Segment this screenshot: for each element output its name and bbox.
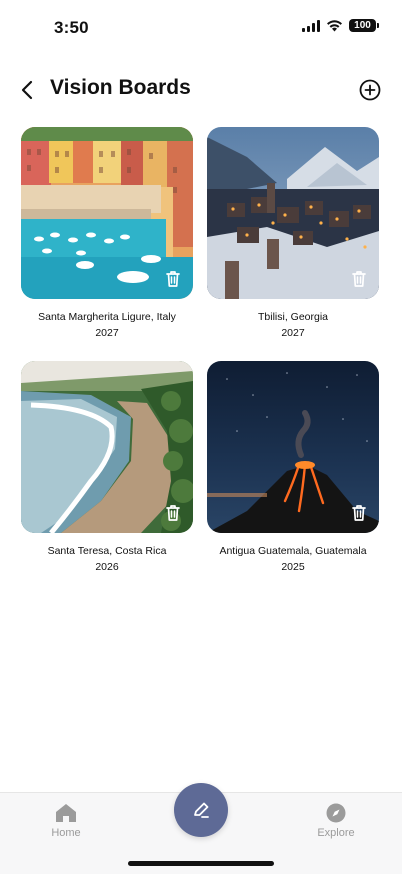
delete-trash-icon[interactable] [348,502,370,524]
cellular-signal-icon [302,19,320,32]
header: Vision Boards [0,70,402,110]
board-name: Santa Teresa, Costa Rica [47,545,167,557]
pencil-icon [194,802,209,818]
add-board-button[interactable] [358,78,382,102]
back-button[interactable] [14,76,40,104]
board-name: Santa Margherita Ligure, Italy [38,311,176,323]
board-card[interactable]: Tbilisi, Georgia 2027 [207,127,379,340]
compass-icon [326,803,346,823]
board-image[interactable] [207,361,379,533]
board-year: 2025 [281,561,305,573]
create-board-button[interactable] [174,783,228,837]
status-icons: 100 [302,19,379,32]
board-image[interactable] [21,127,193,299]
delete-trash-icon[interactable] [162,502,184,524]
page-title: Vision Boards [50,76,191,99]
board-year: 2027 [281,327,305,339]
delete-trash-icon[interactable] [162,268,184,290]
board-year: 2027 [95,327,119,339]
wifi-icon [327,19,342,31]
nav-explore[interactable]: Explore [306,803,366,839]
delete-trash-icon[interactable] [348,268,370,290]
nav-explore-label: Explore [317,827,355,839]
board-name: Antigua Guatemala, Guatemala [219,545,367,557]
board-card[interactable]: Santa Margherita Ligure, Italy 2027 [21,127,193,340]
chevron-left-icon [21,80,33,100]
home-indicator [128,861,274,866]
board-name: Tbilisi, Georgia [257,311,329,323]
board-card[interactable]: Antigua Guatemala, Guatemala 2025 [207,361,379,574]
battery-icon: 100 [349,19,379,32]
board-image[interactable] [207,127,379,299]
status-time: 3:50 [54,18,89,37]
board-image[interactable] [21,361,193,533]
nav-home[interactable]: Home [36,803,96,839]
home-icon [56,804,76,822]
board-card[interactable]: Santa Teresa, Costa Rica 2026 [21,361,193,574]
board-year: 2026 [95,561,119,573]
nav-home-label: Home [51,827,81,839]
status-bar: 3:50 100 [0,0,402,54]
